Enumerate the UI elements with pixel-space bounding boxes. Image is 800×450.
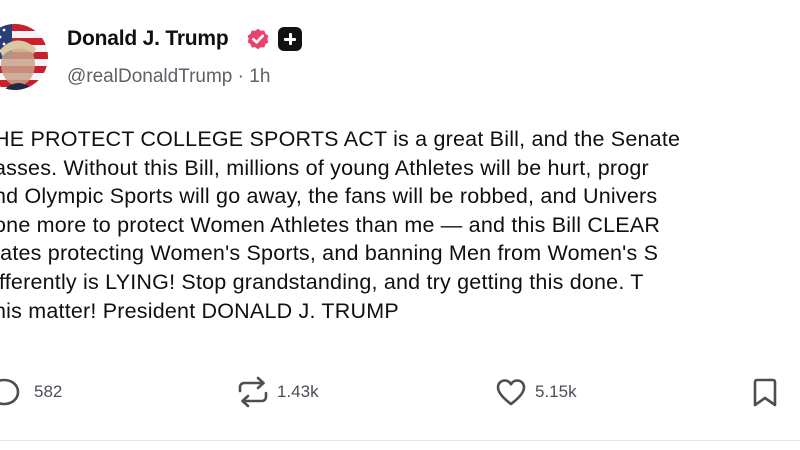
post-divider (0, 440, 800, 441)
author-handle[interactable]: @realDonaldTrump (67, 66, 232, 87)
reply-button[interactable]: 582 (0, 376, 78, 408)
post-body-line: ifferently is LYING! Stop grandstanding,… (0, 269, 644, 294)
bookmark-button[interactable] (750, 376, 782, 408)
post-body-line: his matter! President DONALD J. TRUMP (0, 298, 399, 323)
post-timestamp[interactable]: 1h (249, 66, 270, 87)
post-card: Donald J. Trump @realDonaldTrump · 1h HE… (0, 0, 800, 450)
author-meta: @realDonaldTrump · 1h (67, 66, 270, 88)
post-body-line: nd Olympic Sports will go away, the fans… (0, 184, 658, 209)
post-body-line: tates protecting Women's Sports, and ban… (0, 241, 659, 266)
retruth-count: 1.43k (277, 382, 319, 401)
retruth-arrows-icon (238, 376, 268, 408)
author-display-name[interactable]: Donald J. Trump (67, 27, 229, 51)
post-body-line: one more to protect Women Athletes than … (0, 212, 661, 237)
reply-count: 582 (34, 382, 63, 401)
heart-icon (496, 379, 526, 406)
reply-bubble-icon (0, 378, 20, 406)
post-body-line: HE PROTECT COLLEGE SPORTS ACT is a great… (0, 127, 681, 151)
post-body-line: asses. Without this Bill, millions of yo… (0, 155, 649, 180)
like-count: 5.15k (535, 382, 577, 401)
avatar[interactable] (0, 24, 48, 90)
post-body: HE PROTECT COLLEGE SPORTS ACT is a great… (0, 125, 800, 325)
avatar-flag-portrait-icon (0, 24, 48, 90)
verified-badge-icon (247, 28, 269, 50)
bookmark-icon (753, 378, 777, 407)
meta-separator: · (232, 66, 250, 87)
follow-plus-button[interactable] (278, 27, 302, 51)
like-button[interactable]: 5.15k (494, 376, 604, 408)
retruth-button[interactable]: 1.43k (236, 376, 346, 408)
